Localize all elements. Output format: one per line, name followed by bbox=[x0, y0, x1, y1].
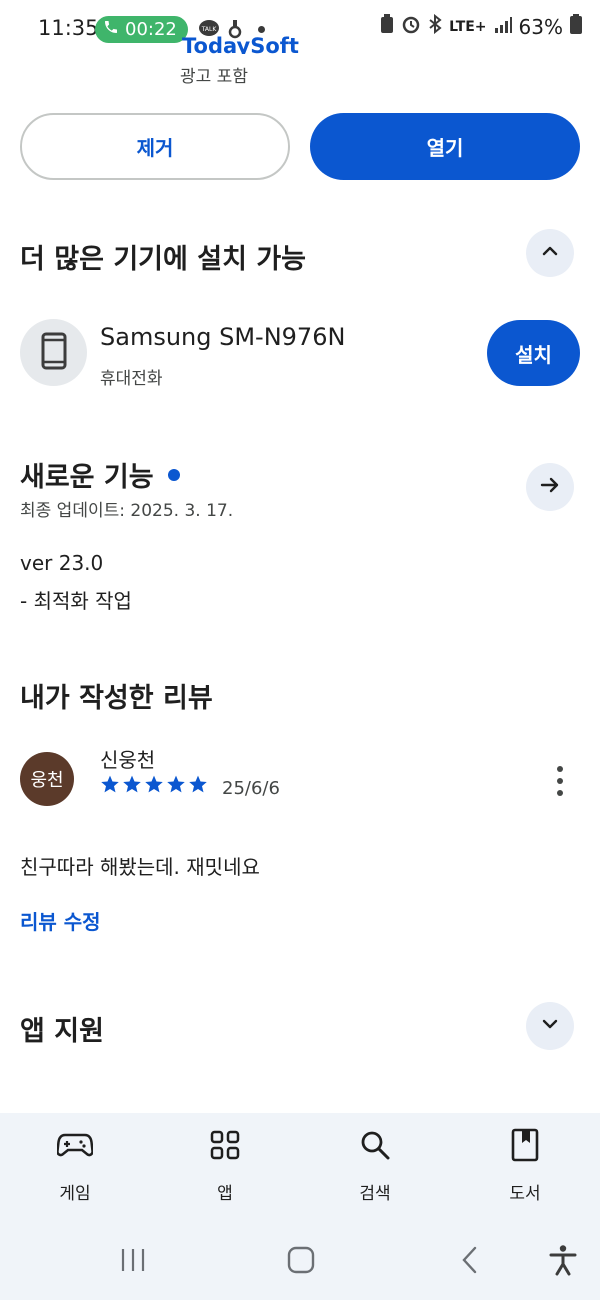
nav-item-search[interactable]: 검색 bbox=[325, 1127, 425, 1204]
star-icon bbox=[167, 775, 185, 793]
whats-new-header[interactable]: 새로운 기능 bbox=[20, 455, 180, 494]
nav-label-games: 게임 bbox=[59, 1184, 91, 1204]
last-updated: 최종 업데이트: 2025. 3. 17. bbox=[20, 501, 234, 521]
chevron-down-icon bbox=[540, 1014, 560, 1038]
version-text: ver 23.0 bbox=[20, 551, 104, 575]
battery-percent: 63% bbox=[518, 14, 563, 39]
status-icons: LTE+ 63% bbox=[380, 13, 582, 39]
device-type: 휴대전화 bbox=[100, 369, 163, 389]
alarm-icon bbox=[401, 14, 421, 39]
star-icon bbox=[145, 775, 163, 793]
chevron-up-icon bbox=[540, 241, 560, 265]
battery-saver-icon bbox=[380, 14, 394, 39]
rating-stars bbox=[100, 774, 208, 794]
uninstall-button[interactable]: 제거 bbox=[20, 113, 290, 180]
back-icon[interactable] bbox=[450, 1243, 490, 1277]
nav-label-apps: 앱 bbox=[217, 1184, 233, 1204]
app-support-toggle[interactable] bbox=[526, 1002, 574, 1050]
status-time: 11:35 bbox=[38, 16, 99, 40]
avatar: 웅천 bbox=[20, 752, 74, 806]
developer-link[interactable]: TodaySoft bbox=[182, 28, 299, 54]
call-duration: 00:22 bbox=[125, 19, 177, 40]
open-button[interactable]: 열기 bbox=[310, 113, 580, 180]
book-icon bbox=[507, 1127, 543, 1163]
home-icon[interactable] bbox=[281, 1243, 321, 1277]
reviewer-name: 신웅천 bbox=[100, 748, 156, 772]
review-text: 친구따라 해봤는데. 재밋네요 bbox=[20, 855, 260, 879]
recent-apps-icon[interactable] bbox=[113, 1243, 153, 1277]
star-icon bbox=[189, 775, 207, 793]
arrow-right-icon bbox=[538, 473, 562, 501]
apps-grid-icon bbox=[207, 1127, 243, 1163]
signal-icon bbox=[494, 15, 512, 39]
device-avatar bbox=[20, 319, 87, 386]
battery-icon bbox=[570, 14, 582, 39]
nav-item-apps[interactable]: 앱 bbox=[175, 1127, 275, 1204]
star-icon bbox=[123, 775, 141, 793]
whats-new-arrow-button[interactable] bbox=[526, 463, 574, 511]
accessibility-icon[interactable] bbox=[543, 1243, 583, 1277]
more-devices-title: 더 많은 기기에 설치 가능 bbox=[20, 244, 306, 275]
bluetooth-icon bbox=[428, 13, 442, 39]
gamepad-icon bbox=[57, 1127, 93, 1163]
search-icon bbox=[357, 1127, 393, 1163]
review-date: 25/6/6 bbox=[222, 778, 280, 799]
app-support-title[interactable]: 앱 지원 bbox=[20, 1009, 104, 1048]
device-name: Samsung SM-N976N bbox=[100, 323, 346, 351]
more-devices-toggle[interactable] bbox=[526, 229, 574, 277]
nav-item-games[interactable]: 게임 bbox=[25, 1127, 125, 1204]
release-notes: - 최적화 작업 bbox=[20, 589, 132, 613]
nav-label-search: 검색 bbox=[359, 1184, 391, 1204]
phone-icon bbox=[103, 19, 119, 40]
network-type: LTE+ bbox=[449, 18, 487, 35]
edit-review-link[interactable]: 리뷰 수정 bbox=[20, 906, 101, 935]
my-review-title: 내가 작성한 리뷰 bbox=[20, 683, 213, 714]
nav-label-books: 도서 bbox=[509, 1184, 541, 1204]
nav-item-books[interactable]: 도서 bbox=[475, 1127, 575, 1204]
phone-device-icon bbox=[41, 332, 67, 374]
install-button[interactable]: 설치 bbox=[487, 320, 580, 386]
more-options-icon[interactable] bbox=[545, 763, 575, 799]
new-indicator-dot bbox=[167, 468, 180, 481]
ads-note: 광고 포함 bbox=[180, 67, 248, 87]
whats-new-title: 새로운 기능 bbox=[20, 462, 154, 493]
call-indicator[interactable]: 00:22 bbox=[95, 16, 188, 43]
star-icon bbox=[101, 775, 119, 793]
